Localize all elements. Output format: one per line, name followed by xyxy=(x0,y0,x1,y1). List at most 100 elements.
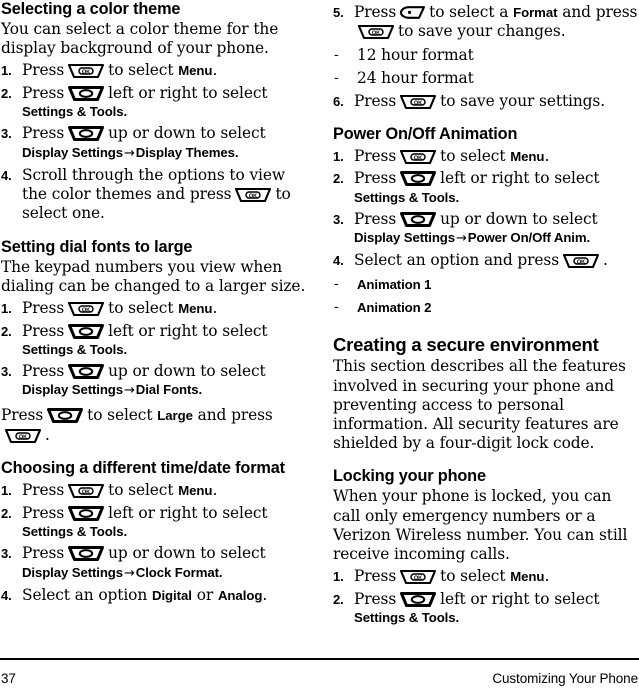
ok-key-icon: OK xyxy=(67,301,105,317)
plain-step-mid: to select xyxy=(87,406,158,425)
step-text: Press xyxy=(22,544,65,563)
step-text-post: left or right to select xyxy=(440,589,600,608)
step-text-post: up or down to select xyxy=(108,544,266,563)
manual-page: Selecting a color theme You can select a… xyxy=(0,0,639,692)
menu-path: Display Settings→Power On/Off Anim. xyxy=(354,229,639,248)
section-choosing-a-different-time-date-format: Choosing a different time/date format 1.… xyxy=(1,459,307,605)
step-number: 1. xyxy=(1,301,12,317)
plain-step-tail: . xyxy=(45,425,50,444)
menu-path-tail: . xyxy=(455,189,460,205)
step-text: Press xyxy=(354,147,397,166)
step-number: 2. xyxy=(1,323,12,339)
menu-path-tail: . xyxy=(198,382,203,398)
section-selecting-a-color-theme: Selecting a color theme You can select a… xyxy=(1,0,307,224)
svg-text:OK: OK xyxy=(414,100,422,106)
ok-key-icon: OK xyxy=(67,63,105,79)
menu-path-part: Settings & Tools xyxy=(354,610,456,626)
step-text-post: left or right to select xyxy=(440,169,600,188)
ui-term: Menu xyxy=(510,569,545,585)
step-text: Press xyxy=(354,91,397,110)
svg-text:OK: OK xyxy=(414,155,422,161)
step-text: Select an option and press xyxy=(354,251,560,270)
list-item: - 12 hour format xyxy=(333,46,639,65)
menu-path-part: Display Settings xyxy=(22,144,123,160)
dash-icon: - xyxy=(334,46,339,63)
direction-key-icon xyxy=(67,545,105,562)
direction-key-icon xyxy=(399,591,437,608)
step-text-post: up or down to select xyxy=(108,362,266,381)
menu-path-tail: . xyxy=(455,610,460,626)
menu-path-part: Display Settings xyxy=(22,564,123,580)
step-item: 3. Press up or down to select Display Sett… xyxy=(333,210,639,248)
page-number: 37 xyxy=(1,671,16,686)
step-number: 3. xyxy=(1,546,12,562)
step-text: Press xyxy=(22,61,65,80)
footer-divider xyxy=(0,658,639,660)
step-text-tail: to save your changes. xyxy=(398,22,566,41)
two-column-body: Selecting a color theme You can select a… xyxy=(0,0,639,652)
step-text-tail: . xyxy=(212,481,218,500)
step-item: 1. Press OK to select Menu. xyxy=(1,299,307,318)
step-item: 2. Press left or right to select Settings … xyxy=(333,590,639,627)
step-number: 4. xyxy=(1,587,12,603)
direction-key-icon xyxy=(67,85,105,102)
step-item: 1. Press OK to select Menu. xyxy=(1,481,307,500)
svg-text:OK: OK xyxy=(372,31,380,37)
step-number: 1. xyxy=(333,149,344,165)
running-head: Customizing Your Phone xyxy=(492,671,638,686)
step-item: 5. Press to select a Format and press OK to … xyxy=(333,3,639,42)
heading-selecting-a-color-theme: Selecting a color theme xyxy=(1,0,181,18)
step-text: Press xyxy=(354,567,397,586)
step-item: 3. Press up or down to select Display Sett… xyxy=(1,362,307,400)
step-number: 1. xyxy=(1,483,12,499)
step-item: 4. Select an option and press OK. xyxy=(333,251,639,270)
menu-path-part: Power On/Off Anim. xyxy=(467,230,591,246)
menu-path: Settings & Tools. xyxy=(354,609,639,627)
step-text: Press xyxy=(22,124,65,143)
ui-term: Analog xyxy=(217,587,263,603)
step-text-post: up or down to select xyxy=(440,209,598,228)
intro-creating-a-secure-environment: This section describes all the features … xyxy=(333,357,626,453)
direction-key-icon xyxy=(399,211,437,228)
step-number: 2. xyxy=(1,505,12,521)
section-creating-a-secure-environment: Creating a secure environment This secti… xyxy=(333,334,639,453)
menu-path-tail: . xyxy=(123,342,128,358)
step-item: 6. Press OK to save your settings. xyxy=(333,92,639,111)
plain-step-mid2: and press xyxy=(192,406,273,425)
ok-key-icon: OK xyxy=(67,483,105,499)
plain-step-text: Press xyxy=(1,406,44,425)
arrow-icon: → xyxy=(124,565,135,581)
step-number: 4. xyxy=(333,253,344,269)
section-time-date-format-continued: 5. Press to select a Format and press OK to … xyxy=(333,3,639,111)
step-text-post: to select xyxy=(108,61,179,80)
step-text-mid: or xyxy=(191,585,218,604)
direction-key-icon xyxy=(67,363,105,380)
dash-icon: - xyxy=(334,299,339,316)
step-item: 2. Press left or right to select Settings … xyxy=(333,169,639,206)
ok-key-icon: OK xyxy=(399,569,437,585)
ui-term: Digital xyxy=(151,587,192,603)
step-number: 2. xyxy=(333,591,344,607)
svg-text:OK: OK xyxy=(577,260,585,266)
ok-key-icon: OK xyxy=(399,149,437,165)
step-text: Press xyxy=(354,3,397,21)
list-item: - Animation 2 xyxy=(333,298,639,317)
step-text-post: to select xyxy=(108,481,179,500)
svg-text:OK: OK xyxy=(82,70,90,76)
svg-text:OK: OK xyxy=(249,193,257,199)
heading-choosing-a-different-time-date-format: Choosing a different time/date format xyxy=(1,459,285,478)
step-item: 3. Press up or down to select Display Sett… xyxy=(1,544,307,582)
step-item: 1. Press OK to select Menu. xyxy=(333,147,639,166)
step-number: 5. xyxy=(333,5,344,20)
heading-creating-a-secure-environment: Creating a secure environment xyxy=(333,334,599,356)
svg-text:OK: OK xyxy=(19,434,27,440)
step-number: 2. xyxy=(1,85,12,101)
list-item-label: Animation 1 xyxy=(357,276,432,292)
menu-path: Display Settings→Display Themes. xyxy=(22,144,307,163)
step-text: Press xyxy=(354,589,397,608)
steps-selecting-a-color-theme: 1. Press OK to select Menu. 2. Press left or … xyxy=(1,61,307,223)
menu-path-part: Display Settings xyxy=(22,382,123,398)
direction-key-icon xyxy=(67,505,105,522)
ui-term: Menu xyxy=(178,301,213,317)
ok-key-icon: OK xyxy=(562,253,600,269)
